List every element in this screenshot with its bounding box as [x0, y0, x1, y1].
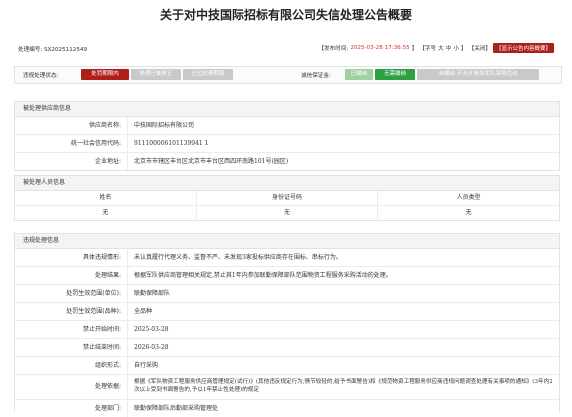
status-row: 违规处理状态: 处罚期限内 处理已被更正 已过处理期限 诚信保证金: 已缴纳 无… [14, 66, 562, 84]
font-size-close: 】 [460, 46, 467, 52]
record-code-label: 处理编号: [18, 47, 43, 53]
page-title: 关于对中技国际招标有限公司失信处理公告概要 [159, 8, 412, 22]
bond-not-required-button[interactable]: 无需缴纳 [375, 69, 415, 80]
bond-unpaid-button[interactable]: 未缴纳-不允许参加军队采购活动 [417, 69, 539, 80]
scope-unit-key: 处罚生效范围(单位): [66, 290, 121, 297]
status-corrected-button[interactable]: 处理已被更正 [131, 69, 181, 80]
department-key: 处理部门: [94, 405, 121, 412]
close-link[interactable]: 【关闭】 [469, 44, 491, 52]
start-date-value: 2025-03-28 [127, 321, 559, 338]
violation-section-title: 违规处理信息 [15, 234, 559, 249]
show-summary-button[interactable]: 【显示公告内容概要】 [492, 43, 554, 53]
font-small-link[interactable]: 小 [453, 44, 459, 52]
credit-code-row: 统一社会信用代码: 911100006101139941 1 [15, 135, 559, 153]
persons-section: 被处理人员信息 姓名 身份证号码 人员类型 无 无 无 [14, 175, 560, 221]
basis-value: 根据《军队物资工程服务供应商管理规定(试行)》(其他违反规定行为,情节较轻的,给… [127, 375, 559, 399]
record-code: 处理编号: SX2025112549 [18, 45, 87, 53]
status-expired-button[interactable]: 已过处理期限 [183, 69, 233, 80]
basis-row: 处理依据: 根据《军队物资工程服务供应商管理规定(试行)》(其他违反规定行为,情… [15, 375, 559, 400]
persons-header-id: 身份证号码 [195, 191, 378, 205]
scope-item-row: 处罚生效范围(品种): 全品种 [15, 303, 559, 321]
violation-situation-key: 具体违规情形: [82, 254, 121, 261]
supplier-name-value: 中技国际招标有限公司 [127, 117, 559, 134]
org-form-value: 自行采购 [127, 357, 559, 374]
department-row: 处理部门: 联勤保障部队后勤部采购管理处 [15, 400, 559, 417]
violation-situation-value: 未认真履行代理义务、监督不严、未发现3家投标供应商存在围标、串标行为。 [127, 249, 559, 266]
result-value: 根据军队供应商管理相关规定,禁止其1年内参加联勤保障部队范围物资工程服务采购活动… [127, 267, 559, 284]
scope-unit-value: 联勤保障部队 [127, 285, 559, 302]
status-in-penalty-button[interactable]: 处罚期限内 [81, 69, 129, 80]
address-value: 北京市市辖区丰台区北京市丰台区西四环南路101号(园区) [127, 153, 559, 170]
persons-section-title: 被处理人员信息 [15, 176, 559, 191]
font-medium-link[interactable]: 中 [446, 44, 452, 52]
end-date-row: 禁止结束时间: 2026-03-28 [15, 339, 559, 357]
notice-page: 关于对中技国际招标有限公司失信处理公告概要 处理编号: SX2025112549… [0, 0, 572, 417]
violation-situation-row: 具体违规情形: 未认真履行代理义务、监督不严、未发现3家投标供应商存在围标、串标… [15, 249, 559, 267]
persons-cell-name: 无 [102, 209, 109, 216]
persons-header-row: 姓名 身份证号码 人员类型 [15, 191, 559, 206]
persons-header-name: 姓名 [99, 194, 112, 201]
bond-label: 诚信保证金: [301, 73, 331, 79]
start-date-row: 禁止开始时间: 2025-03-28 [15, 321, 559, 339]
supplier-section-title: 被处理供应商信息 [15, 102, 559, 117]
org-form-row: 组织形式: 自行采购 [15, 357, 559, 375]
persons-header-type: 人员类型 [377, 191, 559, 205]
meta-bar: 处理编号: SX2025112549 【发布时间: 2025-03-28 17:3… [14, 43, 554, 55]
violation-status-label: 违规处理状态: [23, 73, 59, 79]
font-size-label: 【字号 [419, 46, 437, 52]
address-row: 企业地址: 北京市市辖区丰台区北京市丰台区西四环南路101号(园区) [15, 153, 559, 170]
credit-code-key: 统一社会信用代码: [70, 140, 121, 147]
supplier-name-row: 供应商名称: 中技国际招标有限公司 [15, 117, 559, 135]
persons-cell-id: 无 [195, 206, 378, 220]
scope-item-key: 处罚生效范围(品种): [66, 308, 121, 315]
record-code-value: SX2025112549 [44, 47, 88, 53]
publish-date-value: 2025-03-28 17:36:55 [350, 45, 410, 51]
persons-cell-type: 无 [377, 206, 559, 220]
address-key: 企业地址: [94, 158, 121, 165]
bond-paid-button[interactable]: 已缴纳 [345, 69, 373, 80]
department-value: 联勤保障部队后勤部采购管理处 [127, 400, 559, 417]
persons-data-row: 无 无 无 [15, 206, 559, 220]
scope-item-value: 全品种 [127, 303, 559, 320]
meta-actions: 【发布时间: 2025-03-28 17:36:55】 【字号 大 中 小】 【关… [318, 43, 554, 53]
end-date-value: 2026-03-28 [127, 339, 559, 356]
font-large-link[interactable]: 大 [438, 44, 444, 52]
basis-key: 处理依据: [94, 383, 121, 390]
supplier-name-key: 供应商名称: [88, 122, 121, 129]
supplier-section: 被处理供应商信息 供应商名称: 中技国际招标有限公司 统一社会信用代码: 911… [14, 101, 560, 171]
result-key: 处理结果: [94, 272, 121, 279]
result-row: 处理结果: 根据军队供应商管理相关规定,禁止其1年内参加联勤保障部队范围物资工程… [15, 267, 559, 285]
start-date-key: 禁止开始时间: [82, 326, 121, 333]
org-form-key: 组织形式: [94, 362, 121, 369]
violation-section: 违规处理信息 具体违规情形: 未认真履行代理义务、监督不严、未发现3家投标供应商… [14, 233, 560, 417]
publish-date-label: 【发布时间: [318, 46, 349, 52]
publish-date-close: 】 [411, 46, 418, 52]
end-date-key: 禁止结束时间: [82, 344, 121, 351]
scope-unit-row: 处罚生效范围(单位): 联勤保障部队 [15, 285, 559, 303]
credit-code-value: 911100006101139941 1 [127, 135, 559, 152]
